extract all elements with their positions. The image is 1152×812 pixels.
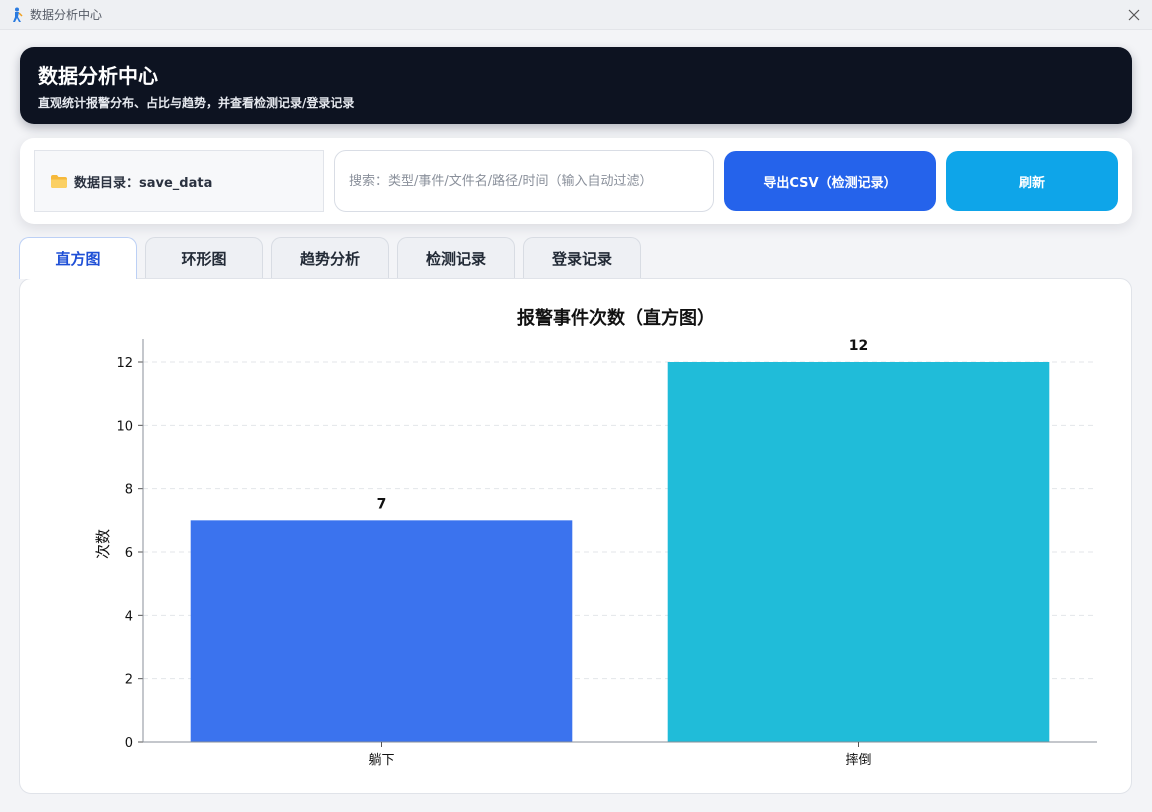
bar-value-label: 7 <box>377 496 387 512</box>
folder-icon <box>51 174 67 188</box>
bar <box>190 520 573 742</box>
bar <box>667 362 1050 742</box>
y-tick-label: 6 <box>125 546 133 561</box>
tab-login-records[interactable]: 登录记录 <box>523 237 641 279</box>
search-input[interactable] <box>334 150 714 212</box>
refresh-button[interactable]: 刷新 <box>946 151 1118 211</box>
tab-trend[interactable]: 趋势分析 <box>271 237 389 279</box>
bar-chart: 报警事件次数（直方图） 次数 7 12 0 2 4 6 8 10 12 躺下 摔倒 <box>94 307 1097 768</box>
y-axis-label: 次数 <box>94 529 112 559</box>
x-tick-label: 摔倒 <box>845 752 871 768</box>
bar-value-label: 12 <box>849 338 868 354</box>
y-tick-label: 10 <box>116 419 133 434</box>
y-tick-label: 0 <box>125 736 133 751</box>
window-title: 数据分析中心 <box>30 8 103 22</box>
page-title: 数据分析中心 <box>38 64 158 88</box>
close-button[interactable] <box>1116 0 1152 30</box>
close-icon <box>1128 9 1140 21</box>
y-tick-label: 12 <box>116 356 133 371</box>
data-directory-box: 数据目录：save_data <box>34 150 324 212</box>
y-tick-label: 2 <box>125 673 133 688</box>
tab-detection-records[interactable]: 检测记录 <box>397 237 515 279</box>
y-tick-label: 4 <box>125 609 133 624</box>
tab-donut[interactable]: 环形图 <box>145 237 263 279</box>
app-logo-icon <box>13 7 23 22</box>
page-subtitle: 直观统计报警分布、占比与趋势，并查看检测记录/登录记录 <box>38 96 355 110</box>
chart-panel: 报警事件次数（直方图） 次数 7 12 0 2 4 6 8 10 12 躺下 摔倒 <box>19 278 1132 794</box>
y-tick-label: 8 <box>125 483 133 498</box>
header-banner: 数据分析中心 直观统计报警分布、占比与趋势，并查看检测记录/登录记录 <box>20 47 1132 124</box>
window-titlebar: 数据分析中心 <box>0 0 1152 30</box>
x-tick-label: 躺下 <box>368 752 394 768</box>
tab-histogram[interactable]: 直方图 <box>19 237 137 279</box>
chart-title: 报警事件次数（直方图） <box>517 307 715 329</box>
data-directory-label: 数据目录：save_data <box>74 175 213 191</box>
toolbar-card: 数据目录：save_data 导出CSV（检测记录） 刷新 <box>20 138 1132 224</box>
export-csv-button[interactable]: 导出CSV（检测记录） <box>724 151 936 211</box>
